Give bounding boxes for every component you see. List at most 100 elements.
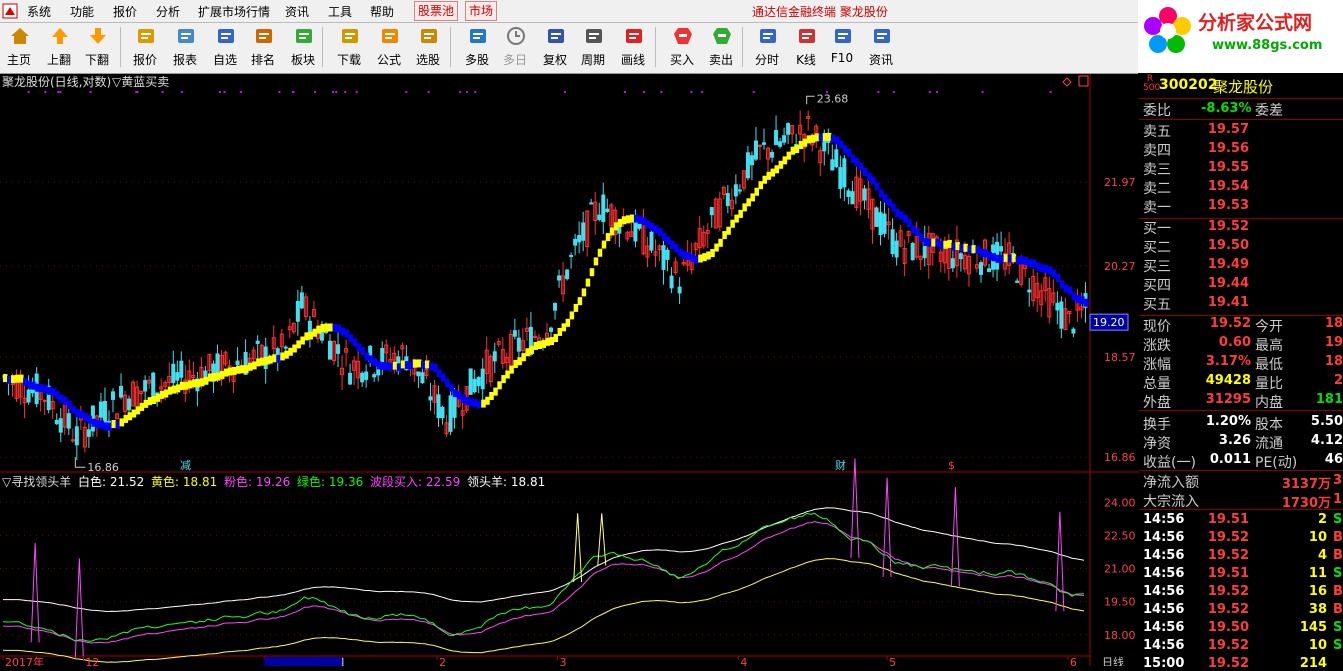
step-line-block [485, 396, 490, 405]
toolbar-sector-button[interactable]: 板块 [286, 24, 320, 70]
step-line-block [469, 398, 474, 407]
stat-value: 4.12 [1310, 433, 1343, 448]
toolbar-yen-button[interactable]: 报价 [128, 24, 162, 70]
step-line-block [521, 353, 526, 362]
menu-function[interactable]: 功能 [70, 3, 94, 20]
step-line-block [814, 133, 820, 142]
toolbar-sell-button[interactable]: 卖出 [704, 24, 738, 70]
toolbar-intraday-button[interactable]: 分时 [750, 24, 784, 70]
step-line-block [83, 413, 88, 422]
toolbar-home-button[interactable]: 主页 [2, 24, 36, 70]
candle [74, 426, 79, 446]
toolbar-multi-stock-button[interactable]: 多股 [460, 24, 494, 70]
menu-extended-market[interactable]: 扩展市场行情 [198, 3, 270, 20]
tick-price: 19.51 [1207, 512, 1249, 527]
step-line-block [645, 220, 651, 229]
step-line-block [248, 362, 253, 371]
tick-direction: B [1333, 584, 1343, 599]
menu-analysis[interactable]: 分析 [156, 3, 180, 20]
step-line-block [437, 369, 442, 378]
step-line-block [883, 194, 888, 203]
step-line-block [1047, 266, 1053, 275]
tab-stock-pool[interactable]: 股票池 [414, 1, 459, 21]
step-line-block [19, 374, 24, 383]
step-line-block [842, 145, 848, 154]
step-line-block [187, 380, 193, 389]
tick-direction: B [1333, 530, 1343, 545]
report-icon [178, 29, 194, 43]
menu-system[interactable]: 系统 [27, 3, 51, 20]
toolbar-stock-pick-button[interactable]: 选股 [411, 24, 445, 70]
step-line-block [670, 240, 675, 249]
toolbar-down-arrow-button[interactable]: 下翻 [80, 24, 114, 70]
menu-quote[interactable]: 报价 [113, 3, 137, 20]
menu-help[interactable]: 帮助 [370, 3, 394, 20]
flow-extra: 3 [1333, 473, 1343, 488]
step-line-block [272, 354, 277, 363]
step-line-block [742, 203, 747, 212]
step-line-block [802, 138, 808, 147]
high-label: 23.68 [817, 92, 849, 105]
step-line-block [127, 412, 133, 421]
sector-icon [296, 29, 312, 43]
step-line-block [935, 238, 940, 247]
toolbar-rank-button[interactable]: 排名 [246, 24, 280, 70]
tab-market[interactable]: 市场 [465, 1, 498, 21]
tick-volume: 38 [1308, 602, 1327, 617]
candle [786, 123, 791, 135]
candle [669, 275, 674, 289]
step-line-block [408, 361, 414, 370]
step-line-block [143, 399, 149, 408]
step-line-block [360, 347, 366, 356]
step-line-block [3, 374, 8, 383]
step-line-block [943, 240, 948, 249]
step-line-block [722, 231, 727, 240]
kline-chart[interactable]: 16.86 18.57 20.27 21.97 19.20 23.68 16.86 减 财 $ 聚龙… [0, 74, 1139, 666]
step-line-block [1003, 254, 1009, 263]
toolbar-kline-button[interactable]: K线 [789, 24, 823, 70]
candle [725, 193, 730, 207]
step-line-block [151, 395, 157, 404]
toolbar-report-button[interactable]: 报表 [168, 24, 202, 70]
menu-tools[interactable]: 工具 [328, 3, 352, 20]
step-line-block [641, 217, 647, 226]
toolbar-f8-button[interactable]: 周期 [576, 24, 610, 70]
toolbar-restore-button[interactable]: 复权 [538, 24, 572, 70]
step-line-block [903, 214, 908, 223]
step-line-block [758, 181, 763, 190]
step-line-block [159, 390, 165, 399]
step-line-block [328, 323, 334, 332]
step-line-block [790, 146, 796, 155]
sub-y-tick-label: 21.00 [1104, 563, 1136, 576]
toolbar-f10-button[interactable]: F10 [825, 24, 859, 70]
toolbar-formula-button[interactable]: 公式 [372, 24, 406, 70]
stat-value: 19.52 [1209, 316, 1251, 331]
formula-icon [382, 29, 398, 43]
time-axis-label: 4 [740, 656, 747, 666]
step-line-block [561, 323, 567, 332]
toolbar-up-arrow-button[interactable]: 上翻 [42, 24, 76, 70]
tick-direction: B [1333, 602, 1343, 617]
step-line-block [264, 356, 269, 365]
step-line-block [810, 134, 816, 143]
step-line-block [175, 384, 181, 393]
step-line-block [786, 151, 792, 160]
toolbar-f6-button[interactable]: 自选 [208, 24, 242, 70]
indicator-legend: 绿色: 19.36 [297, 474, 363, 489]
toolbar-clock-button[interactable]: 多日 [498, 24, 532, 70]
toolbar-draw-line-button[interactable]: 画线 [616, 24, 650, 70]
step-line-block [1051, 269, 1057, 278]
stat-label: 收益(一) [1143, 455, 1196, 471]
step-line-block [541, 339, 546, 348]
menu-news[interactable]: 资讯 [285, 3, 309, 20]
step-line-block [59, 395, 64, 404]
candle [709, 207, 714, 216]
time-axis-label: 5 [889, 656, 896, 666]
step-line-block [762, 175, 768, 184]
indicator-legend: 领头羊: 18.81 [467, 474, 545, 489]
toolbar-buy-button[interactable]: 买入 [665, 24, 699, 70]
step-line-block [461, 394, 466, 403]
step-line-block [304, 332, 309, 341]
toolbar-download-button[interactable]: 下载 [332, 24, 366, 70]
toolbar-news-button[interactable]: 资讯 [864, 24, 898, 70]
